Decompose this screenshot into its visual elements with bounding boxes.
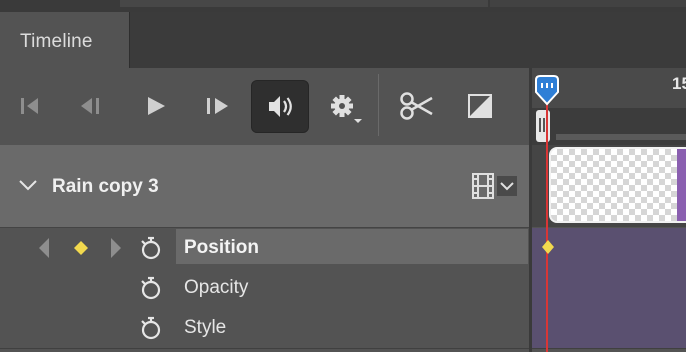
transition-icon [468,94,492,118]
stopwatch-icon[interactable] [139,235,163,261]
skip-to-start-icon [21,98,38,114]
next-frame-button[interactable] [204,80,234,132]
work-area-range[interactable] [556,134,686,140]
keyframe-diamond-icon[interactable] [70,237,92,259]
previous-keyframe-icon[interactable] [36,236,52,260]
stopwatch-icon[interactable] [139,275,163,301]
tab-timeline-label: Timeline [20,31,93,52]
stopwatch-icon[interactable] [139,315,163,341]
clip-edge [677,149,686,221]
previous-panel-edge-right [490,0,686,7]
speaker-icon [269,96,292,117]
layer-name: Rain copy 3 [52,176,159,197]
chevron-down-icon [500,182,514,191]
layer-clip[interactable] [549,147,686,223]
ruler-tick-label: 15 [672,74,686,93]
step-forward-icon [207,98,228,114]
previous-panel-edge [120,0,488,7]
audio-button[interactable] [251,80,309,133]
playhead-handle[interactable] [532,74,562,108]
film-strip-icon [472,173,494,199]
split-at-playhead-button[interactable] [398,80,436,132]
play-icon [148,97,165,115]
panel-top-strip [0,0,686,12]
style-keyframe-track[interactable] [532,308,686,349]
work-area-bar[interactable] [532,108,686,146]
settings-button[interactable] [326,80,366,132]
toolbar-separator [378,74,379,136]
opacity-keyframe-track[interactable] [532,268,686,309]
go-to-first-frame-button[interactable] [18,80,46,132]
transition-button[interactable] [466,80,496,132]
next-keyframe-icon[interactable] [108,236,124,260]
property-row-style[interactable] [0,308,531,349]
play-button[interactable] [144,80,170,132]
keyframe-marker-icon[interactable] [540,238,556,256]
gear-icon [331,95,362,123]
property-label-opacity: Opacity [184,277,249,298]
property-label-style: Style [184,317,227,338]
property-label-position: Position [184,237,259,258]
playhead-line [546,104,548,352]
layer-options-dropdown[interactable] [497,176,517,196]
previous-frame-button[interactable] [78,80,108,132]
step-back-icon [81,98,99,114]
chevron-down-icon[interactable] [18,178,38,192]
scissors-icon [400,92,433,120]
tab-timeline[interactable]: Timeline [0,12,130,68]
property-row-opacity[interactable] [0,268,531,309]
